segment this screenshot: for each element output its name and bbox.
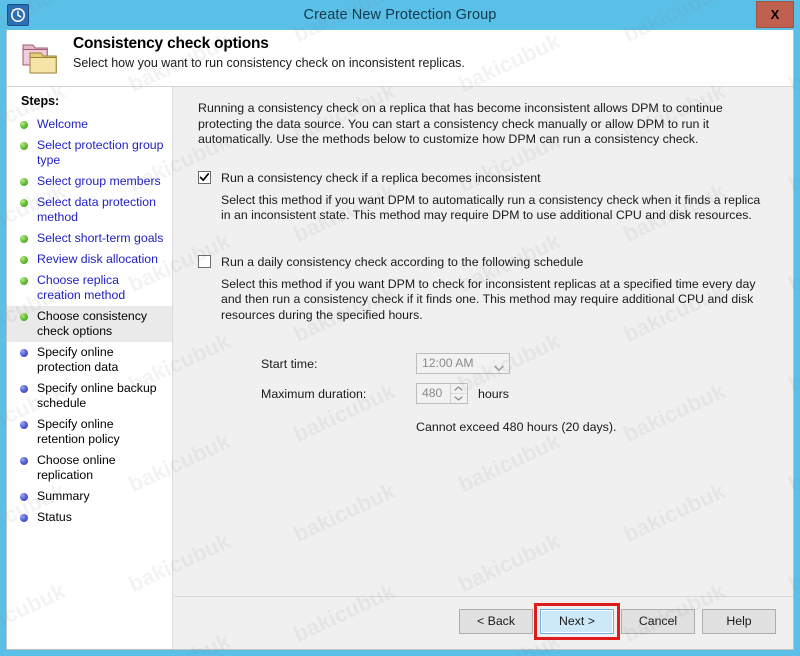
start-time-value: 12:00 AM — [422, 356, 474, 370]
stepper-up-icon[interactable] — [451, 384, 467, 394]
sidebar-step-4[interactable]: Select short-term goals — [7, 228, 172, 249]
dialog-footer: < Back Next > Cancel Help — [174, 596, 793, 649]
footer-button-wrapper-3: Help — [702, 609, 776, 634]
step-label: Specify online backup schedule — [37, 381, 157, 410]
step-label: Specify online retention policy — [37, 417, 120, 446]
sidebar-step-6[interactable]: Choose replica creation method — [7, 270, 172, 306]
sidebar-step-9[interactable]: Specify online backup schedule — [7, 378, 172, 414]
step-bullet-icon — [20, 493, 28, 501]
footer-button-wrapper-1: Next > — [534, 603, 620, 640]
sidebar-step-11[interactable]: Choose online replication — [7, 450, 172, 486]
auto-check-label: Run a consistency check if a replica bec… — [221, 170, 541, 185]
start-time-row: Start time: 12:00 AM — [261, 353, 771, 374]
step-label: Summary — [37, 489, 90, 503]
steps-label: Steps: — [21, 94, 60, 108]
step-label: Select protection group type — [37, 138, 164, 167]
chevron-down-icon — [494, 359, 504, 378]
steps-list: Welcome Select protection group type Selec… — [7, 114, 172, 528]
sidebar-step-13[interactable]: Status — [7, 507, 172, 528]
step-label: Status — [37, 510, 72, 524]
button-back[interactable]: < Back — [459, 609, 533, 634]
max-duration-stepper[interactable]: 480 — [416, 383, 468, 404]
footer-button-group: < Back Next > Cancel Help — [459, 603, 776, 640]
button-help[interactable]: Help — [702, 609, 776, 634]
daily-check-label: Run a daily consistency check according … — [221, 254, 584, 269]
page-header-text: Consistency check options Select how you… — [73, 35, 783, 70]
step-bullet-icon — [20, 385, 28, 393]
step-bullet-icon — [20, 349, 28, 357]
stepper-buttons[interactable] — [450, 384, 467, 403]
sidebar-step-3[interactable]: Select data protection method — [7, 192, 172, 228]
max-duration-unit: hours — [478, 386, 509, 401]
duration-limit-note: Cannot exceed 480 hours (20 days). — [416, 420, 617, 434]
step-label: Choose replica creation method — [37, 273, 126, 302]
sidebar-step-8[interactable]: Specify online protection data — [7, 342, 172, 378]
sidebar-step-5[interactable]: Review disk allocation — [7, 249, 172, 270]
max-duration-label: Maximum duration: — [261, 386, 367, 401]
window-title: Create New Protection Group — [303, 7, 497, 23]
close-button[interactable]: X — [756, 1, 794, 28]
dialog-body: Steps: Welcome Select protection group ty… — [7, 87, 793, 649]
step-label: Select short-term goals — [37, 231, 164, 245]
title-bar: Create New Protection Group X — [0, 0, 800, 30]
page-header: Consistency check options Select how you… — [7, 30, 793, 87]
page-subtitle: Select how you want to run consistency c… — [73, 56, 465, 70]
application-window: Create New Protection Group X Consistenc… — [0, 0, 800, 656]
option-auto-consistency-check: Run a consistency check if a replica bec… — [198, 170, 771, 224]
step-bullet-icon — [20, 256, 28, 264]
step-bullet-icon — [20, 421, 28, 429]
schedule-form: Start time: 12:00 AM Maximum duration: 4… — [261, 353, 771, 434]
stepper-down-icon[interactable] — [451, 394, 467, 403]
start-time-label: Start time: — [261, 356, 318, 371]
dialog-client-area: Consistency check options Select how you… — [6, 30, 794, 650]
sidebar-step-7[interactable]: Choose consistency check options — [7, 306, 172, 342]
step-bullet-icon — [20, 178, 28, 186]
step-label: Select group members — [37, 174, 161, 188]
sidebar-step-0[interactable]: Welcome — [7, 114, 172, 135]
max-duration-row: Maximum duration: 480 hours — [261, 383, 771, 404]
button-next[interactable]: Next > — [540, 609, 614, 634]
daily-check-checkbox[interactable] — [198, 254, 211, 268]
page-title: Consistency check options — [73, 35, 269, 52]
sidebar-step-1[interactable]: Select protection group type — [7, 135, 172, 171]
sidebar-step-2[interactable]: Select group members — [7, 171, 172, 192]
step-bullet-icon — [20, 514, 28, 522]
step-label: Select data protection method — [37, 195, 156, 224]
step-bullet-icon — [20, 277, 28, 285]
daily-check-description: Select this method if you want DPM to ch… — [221, 276, 756, 322]
step-bullet-icon — [20, 457, 28, 465]
start-time-select[interactable]: 12:00 AM — [416, 353, 510, 374]
sidebar-step-10[interactable]: Specify online retention policy — [7, 414, 172, 450]
sidebar-step-12[interactable]: Summary — [7, 486, 172, 507]
auto-check-row[interactable]: Run a consistency check if a replica bec… — [198, 170, 771, 186]
max-duration-value: 480 — [422, 386, 443, 400]
step-bullet-icon — [20, 121, 28, 129]
footer-button-wrapper-0: < Back — [459, 609, 533, 634]
option-daily-consistency-check: Run a daily consistency check according … — [198, 254, 771, 324]
step-label: Specify online protection data — [37, 345, 119, 374]
step-bullet-icon — [20, 235, 28, 243]
intro-paragraph: Running a consistency check on a replica… — [198, 101, 723, 146]
daily-check-row[interactable]: Run a daily consistency check according … — [198, 254, 771, 270]
step-label: Choose consistency check options — [37, 309, 148, 338]
main-scroll-region: Running a consistency check on a replica… — [174, 87, 793, 597]
main-content: Running a consistency check on a replica… — [174, 87, 793, 649]
auto-check-description: Select this method if you want DPM to au… — [221, 192, 761, 223]
button-cancel[interactable]: Cancel — [621, 609, 695, 634]
step-label: Choose online replication — [37, 453, 116, 482]
footer-button-wrapper-2: Cancel — [621, 609, 695, 634]
steps-sidebar: Steps: Welcome Select protection group ty… — [7, 87, 173, 649]
step-label: Review disk allocation — [37, 252, 158, 266]
step-label: Welcome — [37, 117, 89, 131]
step-bullet-icon — [20, 313, 28, 321]
auto-check-checkbox[interactable] — [198, 170, 211, 184]
step-bullet-icon — [20, 142, 28, 150]
step-bullet-icon — [20, 199, 28, 207]
folders-icon — [19, 39, 65, 79]
